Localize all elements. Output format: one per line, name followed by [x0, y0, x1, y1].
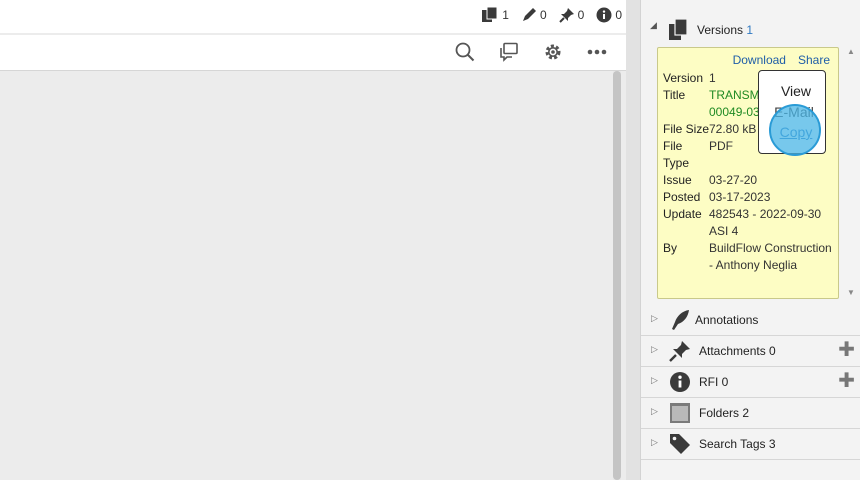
- tag-icon: [668, 433, 692, 455]
- more-icon[interactable]: [586, 41, 608, 63]
- info-icon: [596, 7, 612, 23]
- info-icon: [668, 371, 692, 393]
- by-row: By BuildFlow Construction - Anthony Negl…: [663, 240, 835, 274]
- pen-icon: [521, 7, 537, 23]
- panel-splitter[interactable]: [626, 0, 640, 480]
- section-rfi[interactable]: ▷ RFI 0 ✚: [641, 367, 860, 398]
- document-area: 1 0 0 0: [0, 0, 626, 480]
- versions-count: 1: [746, 23, 754, 37]
- expand-triangle-icon[interactable]: ▷: [651, 375, 658, 386]
- pin-counter[interactable]: 0: [558, 7, 585, 23]
- expand-triangle-icon[interactable]: ▷: [651, 344, 658, 355]
- add-rfi-icon[interactable]: ✚: [838, 371, 855, 391]
- counter-strip: 1 0 0 0: [481, 7, 622, 23]
- section-label: RFI 0: [699, 375, 729, 389]
- versions-header[interactable]: ◢ Versions 1: [641, 14, 860, 44]
- expand-triangle-icon[interactable]: ▷: [651, 313, 658, 324]
- section-folders[interactable]: ▷ Folders 2: [641, 398, 860, 429]
- field-value: 03-17-2023: [709, 190, 771, 204]
- scroll-down-icon[interactable]: ▼: [847, 288, 855, 297]
- search-icon[interactable]: [454, 41, 476, 63]
- pin-icon: [668, 340, 692, 362]
- version-card-links: Download Share: [733, 53, 830, 67]
- pen-counter[interactable]: 0: [521, 7, 547, 23]
- top-status-bar: 1 0 0 0: [0, 0, 626, 33]
- update-row: Update 482543 - 2022-09-30 ASI 4: [663, 206, 835, 240]
- download-link[interactable]: Download: [733, 53, 786, 67]
- field-key: By: [663, 241, 678, 255]
- documents-icon: [481, 7, 499, 23]
- pin-count: 0: [577, 8, 585, 22]
- expand-triangle-icon[interactable]: ▷: [651, 406, 658, 417]
- field-key: Update: [663, 207, 702, 221]
- posted-row: Posted 03-17-2023: [663, 189, 835, 206]
- folder-icon: [668, 402, 692, 424]
- section-search-tags[interactable]: ▷ Search Tags 3: [641, 429, 860, 460]
- share-link[interactable]: Share: [798, 53, 830, 67]
- info-counter[interactable]: 0: [596, 7, 622, 23]
- document-scroll-thumb[interactable]: [613, 71, 621, 480]
- documents-icon: [668, 18, 690, 44]
- section-label: Annotations: [695, 313, 759, 327]
- toolbar-icons: [454, 41, 608, 63]
- document-toolbar: [0, 35, 626, 71]
- info-count: 0: [615, 8, 622, 22]
- documents-counter[interactable]: 1: [481, 7, 509, 23]
- document-canvas[interactable]: [0, 71, 612, 480]
- versions-title: Versions 1: [697, 23, 753, 37]
- menu-item-email[interactable]: E-Mail: [761, 104, 827, 120]
- feather-icon: [668, 309, 692, 331]
- menu-item-copy[interactable]: Copy: [763, 124, 829, 140]
- documents-count: 1: [502, 8, 509, 22]
- scroll-up-icon[interactable]: ▲: [847, 47, 855, 56]
- section-label: Attachments 0: [699, 344, 776, 358]
- field-value: 03-27-20: [709, 173, 758, 187]
- field-key: Version: [663, 71, 704, 85]
- field-value: BuildFlow Construction - Anthony Neglia: [709, 241, 832, 272]
- pin-icon: [558, 7, 575, 23]
- versions-label: Versions: [697, 23, 744, 37]
- section-annotations[interactable]: ▷ Annotations: [641, 305, 860, 336]
- menu-item-view[interactable]: View: [763, 83, 829, 99]
- version-context-menu: View E-Mail Copy: [758, 70, 826, 154]
- section-attachments[interactable]: ▷ Attachments 0 ✚: [641, 336, 860, 367]
- field-key: Title: [663, 88, 686, 102]
- pen-count: 0: [539, 8, 547, 22]
- gear-icon[interactable]: [542, 41, 564, 63]
- comments-icon[interactable]: [498, 41, 520, 63]
- section-label: Folders 2: [699, 406, 750, 420]
- field-key: File Size: [663, 122, 710, 136]
- document-scrollbar[interactable]: [613, 71, 621, 480]
- collapse-triangle-icon[interactable]: ◢: [650, 20, 657, 31]
- section-label: Search Tags 3: [699, 437, 776, 451]
- issue-row: Issue 03-27-20: [663, 172, 835, 189]
- expand-triangle-icon[interactable]: ▷: [651, 437, 658, 448]
- field-key: File Type: [663, 139, 690, 170]
- properties-panel: ◢ Versions 1 ▲ ▼ Download Share Version …: [640, 0, 860, 480]
- field-key: Issue: [663, 173, 692, 187]
- field-value: 482543 - 2022-09-30 ASI 4: [709, 207, 822, 238]
- field-key: Posted: [663, 190, 701, 204]
- add-attachment-icon[interactable]: ✚: [838, 340, 855, 360]
